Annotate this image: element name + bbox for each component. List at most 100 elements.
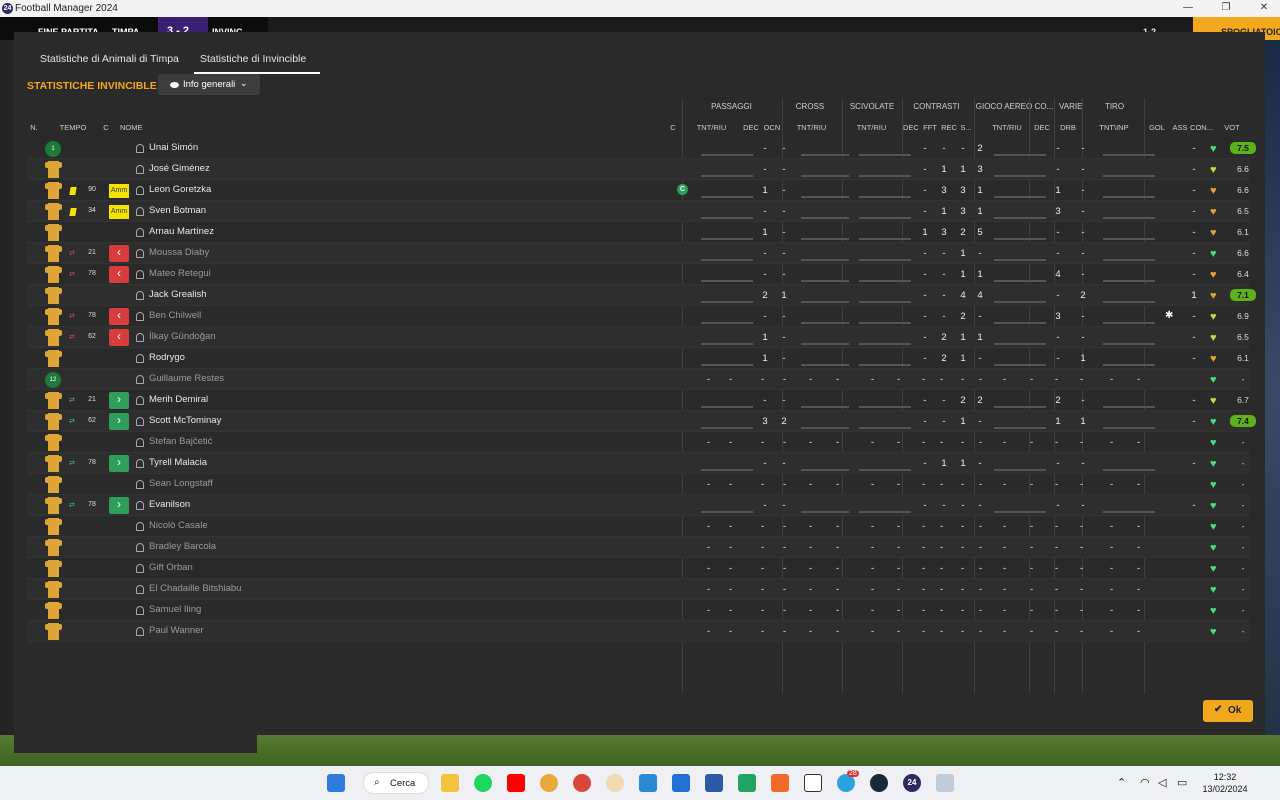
table-row[interactable]: ⇄ 78 › Tyrell Malacia - - - 1 1 - - - - ♥ - [27,453,1250,474]
player-name[interactable]: Sean Longstaff [149,478,213,489]
empty-cell: - [979,542,983,553]
youtube-icon[interactable] [507,774,525,792]
chevron-up-icon[interactable]: ⌃ [1117,776,1126,789]
player-name[interactable]: Ben Chilwell [149,310,201,321]
word-icon[interactable] [705,774,723,792]
player-name[interactable]: Scott McTominay [149,415,221,426]
steam-icon[interactable] [870,774,888,792]
player-name[interactable]: Jack Grealish [149,289,207,300]
explorer-icon[interactable] [441,774,459,792]
sub-in-arrow-icon: ⇄ [69,418,75,425]
table-row[interactable]: Paul Wanner - - - - - - - - - - - - - - - - - - ♥ - [27,621,1250,642]
minute: 34 [88,207,96,214]
table-row[interactable]: Rodrygo 1 - - 2 1 - - 1 - ♥ 6.1 [27,348,1250,369]
info-generali-dropdown[interactable]: Info generali ⌄ [158,74,260,95]
wifi-icon[interactable]: ◠ [1140,776,1150,789]
app-icon[interactable] [606,774,624,792]
table-row[interactable]: Bradley Barcola - - - - - - - - - - - - - - - - - - ♥ - [27,537,1250,558]
player-name[interactable]: Paul Wanner [149,625,204,636]
player-head-icon [136,228,144,237]
column-header: TNT/RIU [992,123,1022,132]
table-row[interactable]: ⇄ 21 › Merih Demiral - - - -2 2 2- - ♥ 6.7 [27,390,1250,411]
table-row[interactable]: 90 Amm Leon Goretzka C 1- -3 3 1 1- - ♥ 6.6 [27,180,1250,201]
player-name[interactable]: José Giménez [149,163,210,174]
table-row[interactable]: Arnau Martínez 1 - 1 3 2 5 - - - ♥ 6.1 [27,222,1250,243]
player-name[interactable]: Unai Simón [149,142,198,153]
table-row[interactable]: 12 Guillaume Restes - - - - - - - - - - - - - - - - - - ♥ - [27,369,1250,390]
subbed-off-badge: ‹ [109,266,129,283]
player-name[interactable]: Bradley Barcola [149,541,216,552]
player-name[interactable]: Mateo Retegui [149,268,211,279]
subbed-on-badge: › [109,497,129,514]
telegram-icon[interactable]: 28 [837,770,859,792]
chrome-icon[interactable] [573,774,591,792]
player-name[interactable]: Merih Demiral [149,394,208,405]
table-row[interactable]: 34 Amm Sven Botman - - -1 3 1 3- - ♥ 6.5 [27,201,1250,222]
table-row[interactable]: Jack Grealish 2 1 - - 4 4 - 2 1 ♥ 7.1 [27,285,1256,306]
minute: 78 [88,459,96,466]
minimize-button[interactable]: — [1178,2,1198,15]
empty-cell: - [871,479,875,490]
table-row[interactable]: ⇄ 78 ‹ Mateo Retegui - - - - 1 1 4 - - ♥ 6.4 [27,264,1250,285]
column-header: FFT [923,123,937,132]
start-icon[interactable] [327,774,345,792]
football-manager-icon[interactable]: 24 [903,774,921,792]
table-row[interactable]: El Chadaille Bitshiabu - - - - - - - - - - - - - - - - - -… [27,579,1250,600]
calendar-icon[interactable] [639,774,657,792]
drive-icon[interactable] [738,774,756,792]
battery-icon[interactable]: ▭ [1177,776,1187,789]
stat-drb: - [1081,269,1085,280]
empty-cell: - [1110,563,1114,574]
empty-cell: - [1110,605,1114,616]
table-row[interactable]: Samuel Iling - - - - - - - - - - - - - - - - - - ♥ - [27,600,1250,621]
taskbar: ⌕ Cerca 28 24 ⌃ ◠ ◁ ▭ 12:32 13/02/2024 [0,766,1280,800]
clock[interactable]: 12:32 13/02/2024 [1200,771,1250,795]
table-row[interactable]: Nicolò Casale - - - - - - - - - - - - - - - - - - ♥ - [27,516,1250,537]
player-name[interactable]: Rodrygo [149,352,185,363]
stat-bar-track [801,406,849,408]
empty-cell: - [897,563,901,574]
stat-dec: - [763,458,767,469]
restore-button[interactable]: ❐ [1216,2,1236,15]
player-name[interactable]: Nicolò Casale [149,520,208,531]
shirt-body [48,623,59,640]
table-row[interactable]: ⇄ 21 ‹ Moussa Diaby - - - - 1 - - - - ♥ 6.6 [27,243,1250,264]
stat-ass: - [1192,248,1196,259]
notepad-icon[interactable] [936,774,954,792]
photos-icon[interactable] [540,774,558,792]
player-name[interactable]: Gift Orban [149,562,193,573]
player-name[interactable]: Arnau Martínez [149,226,214,237]
table-row[interactable]: Stefan Bajčetić - - - - - - - - - - - - - - - - - - ♥ - [27,432,1250,453]
table-row[interactable]: ⇄ 62 ‹ İlkay Gündoğan 1- -2 1 1- - - ♥ 6.5 [27,327,1250,348]
player-name[interactable]: Leon Goretzka [149,184,211,195]
stat-bar-track [859,259,911,261]
table-row[interactable]: ⇄ 78 › Evanilson - - - - - - - - - ♥ - [27,495,1250,516]
shirt-icon [45,560,62,577]
table-row[interactable]: ⇄ 62 › Scott McTominay 3 2 - - 1 - 1 1 - ♥ 7.4 [27,411,1256,432]
player-name[interactable]: Stefan Bajčetić [149,436,212,447]
player-name[interactable]: El Chadaille Bitshiabu [149,583,241,594]
table-row[interactable]: Sean Longstaff - - - - - - - - - - - - - - - - - - ♥ - [27,474,1250,495]
player-name[interactable]: Tyrell Malacia [149,457,207,468]
search-box[interactable]: ⌕ Cerca [363,772,429,794]
tab-timpa[interactable]: Statistiche di Animali di Timpa [40,53,179,65]
player-name[interactable]: Evanilson [149,499,190,510]
table-row[interactable]: ⇄ 78 ‹ Ben Chilwell - - - - 2 - 3 - - ✱ ♥ 6.9 [27,306,1250,327]
close-button[interactable]: ✕ [1254,2,1274,15]
ok-button[interactable]: ✔ Ok [1203,700,1253,722]
notion-icon[interactable] [804,774,822,792]
table-row[interactable]: Gift Orban - - - - - - - - - - - - - - - - - - ♥ - [27,558,1250,579]
player-name[interactable]: Moussa Diaby [149,247,209,258]
todo-icon[interactable] [672,774,690,792]
brave-icon[interactable] [771,774,789,792]
player-name[interactable]: Sven Botman [149,205,206,216]
player-name[interactable]: Samuel Iling [149,604,201,615]
player-name[interactable]: Guillaume Restes [149,373,224,384]
tab-invincible[interactable]: Statistiche di Invincible [200,53,306,65]
spotify-icon[interactable] [474,774,492,792]
table-row[interactable]: 1 Unai Simón - - - - - 2 - - - ♥ 7.5 [27,138,1256,159]
stat-bar-track [701,259,753,261]
volume-icon[interactable]: ◁ [1158,776,1166,789]
player-name[interactable]: İlkay Gündoğan [149,331,216,342]
table-row[interactable]: José Giménez - - -1 1 3- - - ♥ 6.6 [27,159,1250,180]
